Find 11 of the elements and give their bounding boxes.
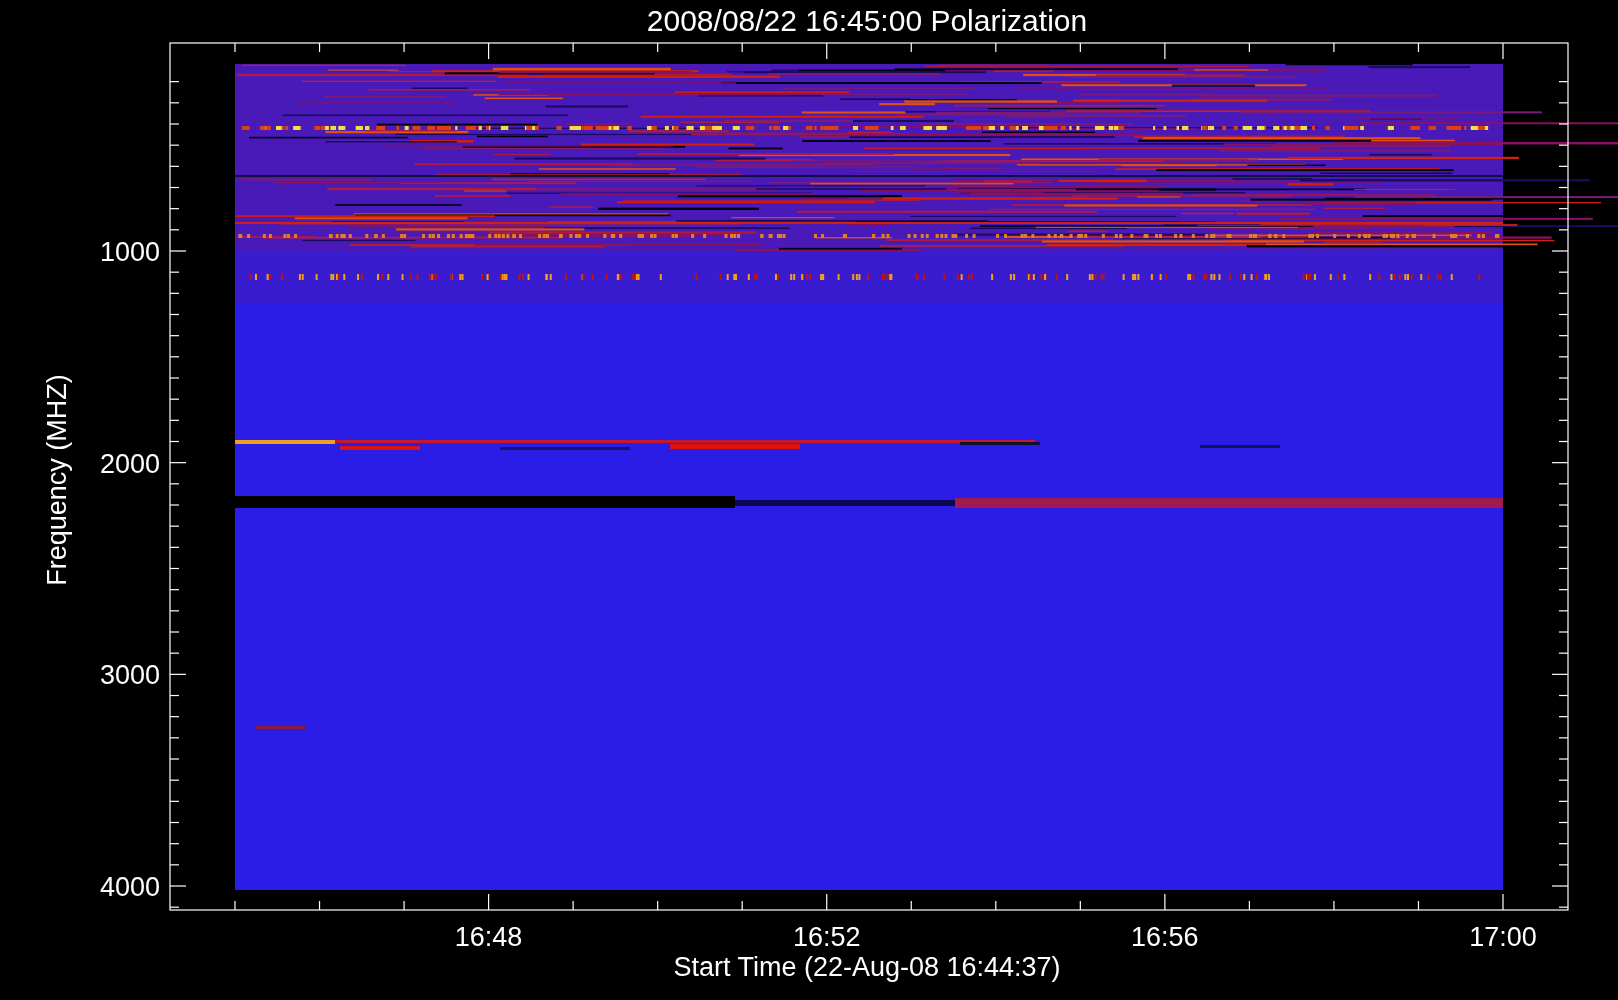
y-tick-label: 1000 bbox=[99, 237, 160, 267]
x-tick-label: 16:48 bbox=[454, 922, 523, 952]
chart-title: 2008/08/22 16:45:00 Polarization bbox=[646, 4, 1088, 37]
y-tick-label: 2000 bbox=[99, 448, 160, 479]
x-tick-label: 16:56 bbox=[1131, 922, 1199, 952]
x-tick-label: 17:00 bbox=[1469, 922, 1537, 952]
y-tick-label: 3000 bbox=[99, 660, 160, 691]
x-axis-label: Start Time (22-Aug-08 16:44:37) bbox=[673, 952, 1061, 982]
y-tick-label: 4000 bbox=[99, 872, 160, 902]
y-axis-label: Frequency (MHZ) bbox=[42, 374, 72, 586]
x-tick-label: 16:52 bbox=[792, 922, 861, 952]
